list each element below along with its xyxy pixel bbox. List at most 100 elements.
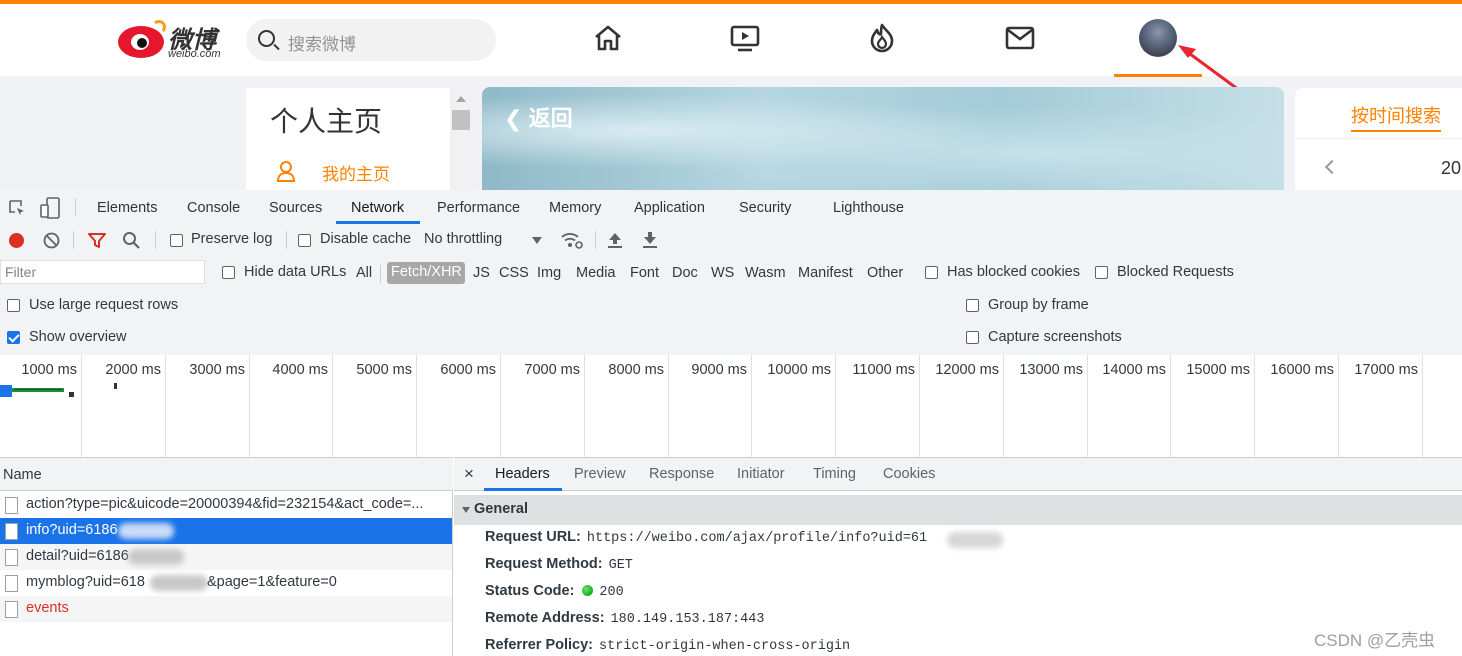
- table-row[interactable]: info?uid=6186: [0, 518, 452, 544]
- tab-initiator[interactable]: Initiator: [737, 466, 785, 482]
- video-icon[interactable]: [729, 22, 761, 54]
- tab-console[interactable]: Console: [187, 200, 240, 216]
- import-har-icon[interactable]: [607, 230, 623, 249]
- request-name-suffix: &page=1&feature=0: [207, 574, 337, 590]
- type-filter-all[interactable]: All: [356, 265, 372, 281]
- close-icon[interactable]: ×: [464, 464, 474, 484]
- type-filter-manifest[interactable]: Manifest: [798, 265, 853, 281]
- divider: [75, 198, 76, 216]
- record-icon[interactable]: [9, 233, 24, 248]
- weibo-logo[interactable]: 微博 weibo.com: [118, 20, 230, 62]
- collapse-triangle-icon: [462, 507, 470, 513]
- overview-tick-label: 6000 ms: [440, 362, 496, 378]
- table-row[interactable]: mymblog?uid=618 &page=1&feature=0: [0, 570, 452, 596]
- user-icon: [276, 161, 296, 182]
- request-name: detail?uid=6186: [26, 548, 129, 564]
- tab-timing[interactable]: Timing: [813, 466, 856, 482]
- hot-icon[interactable]: [866, 22, 898, 54]
- tab-performance[interactable]: Performance: [437, 200, 520, 216]
- type-filter-js[interactable]: JS: [473, 265, 490, 281]
- request-name: mymblog?uid=618: [26, 574, 145, 590]
- clear-icon[interactable]: [43, 232, 60, 249]
- tab-preview[interactable]: Preview: [574, 466, 626, 482]
- tab-elements[interactable]: Elements: [97, 200, 157, 216]
- screenshot: 微博 weibo.com 搜索微博 个人主页 我的主页 ❮ 返回 按时间搜索 2…: [0, 0, 1462, 656]
- hide-data-urls-checkbox[interactable]: [222, 266, 235, 279]
- overview-tick-label: 11000 ms: [852, 362, 915, 378]
- overview-tick-label: 5000 ms: [356, 362, 412, 378]
- type-filter-fetch-xhr[interactable]: Fetch/XHR: [387, 262, 465, 284]
- search-icon[interactable]: [122, 231, 141, 250]
- blocked-requests-checkbox[interactable]: [1095, 266, 1108, 279]
- tab-sources[interactable]: Sources: [269, 200, 322, 216]
- group-by-frame-checkbox[interactable]: [966, 299, 979, 312]
- type-filter-font[interactable]: Font: [630, 265, 659, 281]
- type-filter-media[interactable]: Media: [576, 265, 616, 281]
- tab-network[interactable]: Network: [351, 200, 404, 216]
- tab-response[interactable]: Response: [649, 466, 714, 482]
- search-input[interactable]: 搜索微博: [246, 19, 496, 61]
- overview-gridline: [332, 355, 333, 457]
- overview-bar-blocking: [0, 385, 12, 397]
- tab-security[interactable]: Security: [739, 200, 791, 216]
- referrer-policy-row: Referrer Policy: strict-origin-when-cross…: [485, 637, 850, 654]
- show-overview-checkbox[interactable]: [7, 331, 20, 344]
- inspect-element-icon[interactable]: [8, 199, 26, 217]
- mail-icon[interactable]: [1004, 22, 1036, 54]
- tab-underline: [1351, 130, 1441, 132]
- home-icon[interactable]: [592, 22, 624, 54]
- filter-input[interactable]: Filter: [0, 260, 205, 284]
- type-filter-img[interactable]: Img: [537, 265, 561, 281]
- use-large-rows-checkbox[interactable]: [7, 299, 20, 312]
- document-icon: [5, 549, 18, 566]
- type-filter-other[interactable]: Other: [867, 265, 903, 281]
- redaction-blur: [118, 523, 174, 539]
- network-overview[interactable]: 1000 ms 2000 ms 3000 ms 4000 ms 5000 ms 6000 …: [0, 355, 1462, 457]
- type-filter-css[interactable]: CSS: [499, 265, 529, 281]
- time-search-card: 按时间搜索 20: [1295, 88, 1462, 190]
- document-icon: [5, 575, 18, 592]
- overview-gridline: [249, 355, 250, 457]
- dropdown-arrow-icon[interactable]: [532, 237, 542, 244]
- request-name: info?uid=6186: [26, 522, 118, 538]
- type-filter-wasm[interactable]: Wasm: [745, 265, 786, 281]
- preserve-log-checkbox[interactable]: [170, 234, 183, 247]
- throttling-select[interactable]: No throttling: [424, 231, 502, 247]
- type-filter-doc[interactable]: Doc: [672, 265, 698, 281]
- overview-gridline: [1170, 355, 1171, 457]
- request-method-row: Request Method: GET: [485, 556, 633, 573]
- overview-bar-tick: [69, 392, 74, 397]
- overview-gridline: [1254, 355, 1255, 457]
- device-toolbar-icon[interactable]: [38, 197, 62, 219]
- tab-application[interactable]: Application: [634, 200, 705, 216]
- back-button[interactable]: ❮ 返回: [504, 101, 573, 133]
- table-row[interactable]: action?type=pic&uicode=20000394&fid=2321…: [0, 492, 452, 518]
- scrollbar[interactable]: [450, 88, 472, 190]
- tab-memory[interactable]: Memory: [549, 200, 601, 216]
- name-column-header[interactable]: Name: [0, 457, 453, 491]
- scroll-up-icon[interactable]: [456, 96, 466, 102]
- request-method-key: Request Method:: [485, 556, 603, 572]
- overview-tick-label: 10000 ms: [767, 362, 831, 378]
- filter-icon[interactable]: [87, 232, 107, 249]
- network-conditions-icon[interactable]: [561, 231, 583, 250]
- tab-headers[interactable]: Headers: [495, 466, 550, 482]
- type-filter-ws[interactable]: WS: [711, 265, 734, 281]
- tab-search-by-time[interactable]: 按时间搜索: [1351, 102, 1441, 128]
- weibo-page: 微博 weibo.com 搜索微博 个人主页 我的主页 ❮ 返回 按时间搜索 2…: [0, 0, 1462, 190]
- capture-screenshots-checkbox[interactable]: [966, 331, 979, 344]
- table-row[interactable]: detail?uid=6186: [0, 544, 452, 570]
- has-blocked-cookies-checkbox[interactable]: [925, 266, 938, 279]
- tab-cookies[interactable]: Cookies: [883, 466, 935, 482]
- chevron-left-icon[interactable]: [1324, 159, 1340, 175]
- my-homepage-link[interactable]: 我的主页: [322, 160, 390, 185]
- year-label: 20: [1441, 158, 1462, 178]
- overview-tick-label: 4000 ms: [272, 362, 328, 378]
- general-section-header[interactable]: General: [454, 495, 1462, 525]
- scroll-thumb[interactable]: [452, 110, 470, 130]
- divider: [286, 231, 287, 249]
- disable-cache-checkbox[interactable]: [298, 234, 311, 247]
- export-har-icon[interactable]: [642, 230, 658, 249]
- table-row[interactable]: events: [0, 596, 452, 622]
- tab-lighthouse[interactable]: Lighthouse: [833, 200, 904, 216]
